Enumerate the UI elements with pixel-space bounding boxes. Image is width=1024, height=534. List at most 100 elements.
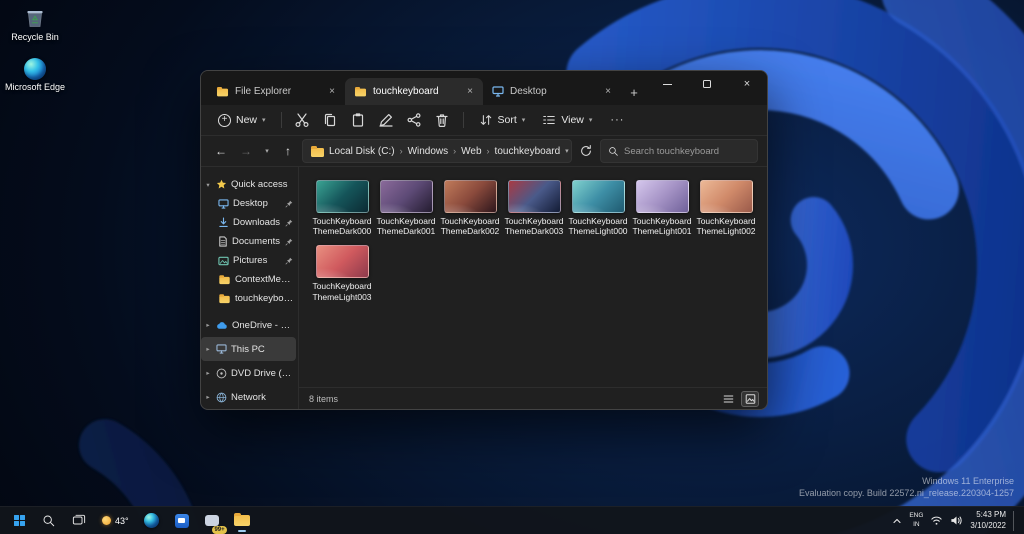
sidebar-item-dvd-drive[interactable]: ▸ DVD Drive (D:) C: [201, 361, 296, 385]
desktop: Recycle Bin Microsoft Edge File Explorer…: [0, 0, 1024, 534]
sidebar-item-desktop[interactable]: Desktop: [201, 194, 296, 213]
tab-close-icon[interactable]: ×: [324, 84, 340, 100]
rename-button[interactable]: [373, 108, 400, 133]
minimize-button[interactable]: [647, 71, 687, 97]
view-icon: [542, 113, 556, 127]
up-button[interactable]: ↑: [277, 140, 299, 162]
watermark-line1: Windows 11 Enterprise: [799, 475, 1014, 488]
copy-button[interactable]: [317, 108, 344, 133]
file-name: TouchKeyboardThemeDark003: [503, 216, 565, 236]
hidden-icons-chevron-icon[interactable]: [892, 517, 902, 525]
new-button[interactable]: + New ▾: [210, 110, 274, 131]
search-input[interactable]: [624, 146, 750, 157]
chevron-down-icon[interactable]: ▾: [565, 147, 569, 155]
file-item[interactable]: TouchKeyboardThemeDark001: [374, 180, 438, 236]
copy-icon: [322, 112, 338, 128]
large-icons-view-button[interactable]: [741, 391, 759, 407]
store-icon: [175, 514, 189, 528]
chevron-down-icon: ▾: [522, 116, 526, 124]
taskbar-search-button[interactable]: [35, 509, 63, 533]
tab-touchkeyboard[interactable]: touchkeyboard ×: [345, 78, 483, 105]
refresh-button[interactable]: [575, 140, 597, 162]
dvd-disc-icon: [216, 368, 227, 379]
file-item[interactable]: TouchKeyboardThemeDark002: [438, 180, 502, 236]
onedrive-cloud-icon: [216, 321, 228, 330]
file-item[interactable]: TouchKeyboardThemeDark003: [502, 180, 566, 236]
taskbar-chat-icon[interactable]: 99+: [198, 509, 226, 533]
volume-icon[interactable]: [950, 515, 963, 526]
tab-close-icon[interactable]: ×: [462, 84, 478, 100]
recent-locations-button[interactable]: ▾: [260, 140, 274, 162]
file-item[interactable]: TouchKeyboardThemeLight001: [630, 180, 694, 236]
desktop-icon-recycle-bin[interactable]: Recycle Bin: [0, 6, 70, 42]
sidebar-item-contextmenu-folder[interactable]: ContextMenuC: [201, 270, 296, 289]
breadcrumb-segment[interactable]: touchkeyboard: [495, 146, 561, 157]
this-pc-icon: [216, 344, 227, 354]
back-button[interactable]: ←: [210, 140, 232, 162]
pin-icon: [285, 200, 293, 208]
paste-button[interactable]: [345, 108, 372, 133]
file-item[interactable]: TouchKeyboardThemeDark000: [310, 180, 374, 236]
chevron-collapsed-icon[interactable]: ▸: [204, 393, 212, 401]
taskbar-apps: 43° 99+: [5, 509, 256, 533]
show-desktop-button[interactable]: [1013, 511, 1016, 531]
delete-button[interactable]: [429, 108, 456, 133]
folder-icon: [355, 89, 366, 97]
file-item[interactable]: TouchKeyboardThemeLight002: [694, 180, 758, 236]
file-item[interactable]: TouchKeyboardThemeLight003: [310, 245, 374, 301]
tab-file-explorer[interactable]: File Explorer ×: [207, 78, 345, 105]
breadcrumb-segment[interactable]: Web: [461, 146, 481, 157]
cut-button[interactable]: [289, 108, 316, 133]
chevron-collapsed-icon[interactable]: ▸: [204, 345, 212, 353]
sidebar-item-touchkeyboard-folder[interactable]: touchkeyboard: [201, 289, 296, 308]
maximize-button[interactable]: [687, 71, 727, 97]
titlebar[interactable]: File Explorer × touchkeyboard × Desktop …: [201, 71, 767, 105]
tab-close-icon[interactable]: ×: [600, 84, 616, 100]
task-view-button[interactable]: [65, 509, 93, 533]
file-explorer-icon: [234, 515, 250, 526]
close-button[interactable]: ×: [727, 71, 767, 97]
new-tab-button[interactable]: +: [621, 79, 647, 105]
sort-icon: [479, 113, 493, 127]
taskbar-store-icon[interactable]: [168, 509, 196, 533]
widgets-weather-button[interactable]: 43°: [95, 509, 136, 533]
share-button[interactable]: [401, 108, 428, 133]
file-item[interactable]: TouchKeyboardThemeLight000: [566, 180, 630, 236]
chevron-collapsed-icon[interactable]: ▸: [204, 369, 212, 377]
file-name: TouchKeyboardThemeDark002: [439, 216, 501, 236]
details-view-button[interactable]: [719, 391, 737, 407]
breadcrumb-separator: ›: [487, 146, 490, 156]
sidebar-item-downloads[interactable]: Downloads: [201, 213, 296, 232]
tab-desktop[interactable]: Desktop ×: [483, 78, 621, 105]
sidebar-item-quick-access[interactable]: ▾ Quick access: [201, 175, 296, 194]
taskbar-file-explorer-icon[interactable]: [228, 509, 256, 533]
taskbar-clock[interactable]: 5:43 PM 3/10/2022: [970, 510, 1006, 531]
breadcrumb-segment[interactable]: Windows: [408, 146, 449, 157]
breadcrumb[interactable]: Local Disk (C:) › Windows › Web › touchk…: [302, 139, 572, 163]
sidebar-item-documents[interactable]: Documents: [201, 232, 296, 251]
language-indicator[interactable]: ENG IN: [909, 512, 923, 528]
sidebar-item-onedrive[interactable]: ▸ OneDrive - Perso: [201, 313, 296, 337]
pin-icon: [285, 257, 293, 265]
network-icon[interactable]: [930, 515, 943, 526]
desktop-icon-microsoft-edge[interactable]: Microsoft Edge: [0, 58, 70, 92]
sidebar-item-this-pc[interactable]: ▸ This PC: [201, 337, 296, 361]
view-button-label: View: [561, 114, 584, 126]
breadcrumb-segment[interactable]: Local Disk (C:): [329, 146, 395, 157]
file-explorer-icon: [217, 89, 228, 97]
chevron-expanded-icon[interactable]: ▾: [204, 181, 212, 189]
start-button[interactable]: [5, 509, 33, 533]
view-button[interactable]: View ▾: [534, 109, 600, 131]
sidebar-item-pictures[interactable]: Pictures: [201, 251, 296, 270]
system-tray: ENG IN 5:43 PM 3/10/2022: [892, 510, 1020, 531]
chevron-collapsed-icon[interactable]: ▸: [204, 321, 212, 329]
forward-button[interactable]: →: [235, 140, 257, 162]
more-options-button[interactable]: ···: [601, 114, 633, 126]
sidebar-item-network[interactable]: ▸ Network: [201, 385, 296, 409]
folder-icon: [219, 296, 229, 303]
search-box[interactable]: [600, 139, 758, 163]
sidebar-item-label: OneDrive - Perso: [232, 320, 294, 331]
taskbar-edge-icon[interactable]: [138, 509, 166, 533]
clock-time: 5:43 PM: [970, 510, 1006, 520]
sort-button[interactable]: Sort ▾: [471, 109, 534, 131]
